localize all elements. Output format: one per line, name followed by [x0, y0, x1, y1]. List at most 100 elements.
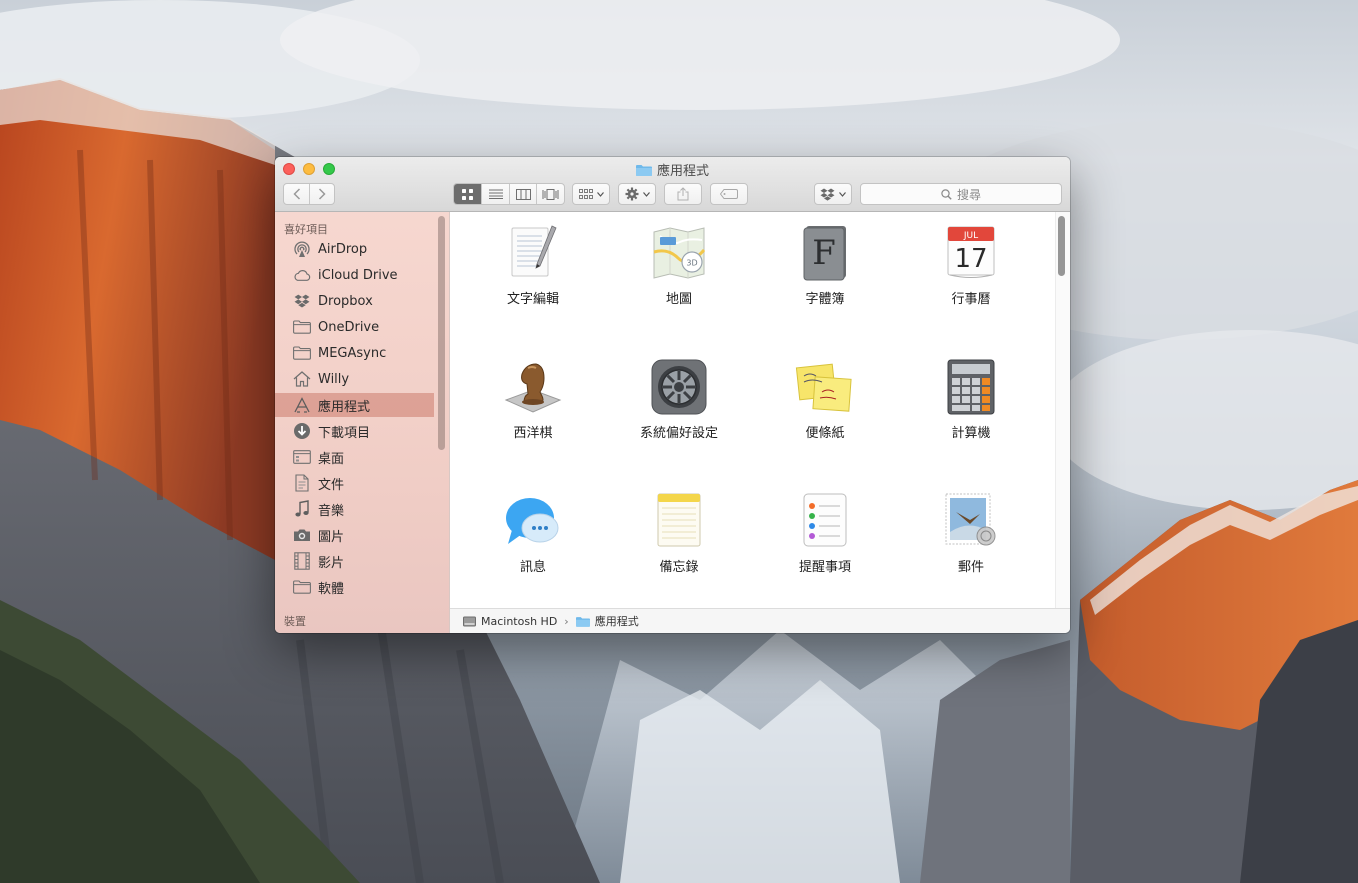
sidebar-scrollbar[interactable] — [438, 216, 445, 450]
grid-icon — [462, 188, 473, 200]
stickies-icon — [795, 363, 852, 412]
path-folder[interactable]: 應用程式 — [595, 613, 639, 629]
calculator-icon — [947, 359, 995, 415]
app-item-calendar[interactable]: JUL 17 行事曆 — [898, 222, 1044, 332]
search-field[interactable]: 搜尋 — [860, 183, 1062, 205]
list-view-button[interactable] — [482, 184, 510, 204]
sidebar-item-label: OneDrive — [318, 319, 380, 335]
column-view-button[interactable] — [510, 184, 537, 204]
app-label: 文字編輯 — [506, 292, 559, 307]
back-button[interactable] — [284, 184, 310, 204]
sidebar-item-movies[interactable]: 影片 — [275, 549, 434, 573]
app-item-stickies[interactable]: 便條紙 — [752, 356, 898, 466]
cloud-icon — [292, 266, 312, 284]
app-item-system-preferences[interactable]: 系統偏好設定 — [606, 356, 752, 466]
reminders-icon — [803, 493, 847, 547]
chess-icon — [504, 363, 562, 413]
sidebar-item-label: MEGAsync — [318, 345, 387, 361]
hard-drive-icon — [463, 616, 476, 626]
chevron-down-icon — [839, 191, 846, 197]
app-label: 便條紙 — [805, 426, 845, 441]
sidebar: 喜好項目 AirDrop iCloud Drive Dropbox OneDri… — [275, 212, 450, 633]
app-label: 地圖 — [665, 292, 692, 307]
file-icon-view: 文字編輯 3D 地圖 F 字體簿 JUL 17 行事曆 西洋棋 系統偏好設定 便… — [450, 212, 1070, 608]
sidebar-item-downloads[interactable]: 下載項目 — [275, 419, 434, 443]
share-icon — [677, 187, 689, 201]
app-label: 訊息 — [519, 560, 546, 575]
download-icon — [292, 422, 312, 440]
maps-icon: 3D — [653, 227, 706, 279]
app-item-textedit[interactable]: 文字編輯 — [460, 222, 606, 332]
app-label: 字體簿 — [805, 292, 845, 307]
chevron-right-icon: › — [564, 614, 569, 628]
navigation-buttons — [283, 183, 335, 205]
app-label: 備忘錄 — [659, 560, 699, 575]
app-item-notes[interactable]: 備忘錄 — [606, 490, 752, 600]
textedit-icon — [511, 225, 557, 277]
dropbox-toolbar-button[interactable] — [814, 183, 852, 205]
app-item-maps[interactable]: 3D 地圖 — [606, 222, 752, 332]
app-item-calculator[interactable]: 計算機 — [898, 356, 1044, 466]
sidebar-item-label: AirDrop — [318, 241, 368, 257]
chevron-down-icon — [642, 191, 650, 197]
fontbook-icon: F — [803, 226, 846, 281]
gear-icon — [625, 187, 638, 201]
content-scrollbar[interactable] — [1058, 216, 1065, 276]
app-label: 提醒事項 — [798, 560, 851, 575]
sidebar-item-label: 文件 — [318, 477, 345, 493]
chevron-down-icon — [596, 191, 604, 197]
folder-icon — [575, 616, 590, 627]
sidebar-item-onedrive[interactable]: OneDrive — [275, 315, 434, 339]
svg-text:JUL: JUL — [963, 231, 978, 241]
sidebar-item-airdrop[interactable]: AirDrop — [275, 237, 434, 261]
cover-flow-view-button[interactable] — [537, 184, 564, 204]
finder-window: 應用程式 搜尋 喜好項目 AirDrop iCloud Drive Dropbo… — [275, 157, 1070, 633]
cover-flow-icon — [542, 188, 559, 200]
app-item-mail[interactable]: 郵件 — [898, 490, 1044, 600]
svg-text:17: 17 — [954, 244, 987, 274]
arrange-grid-icon — [578, 188, 593, 199]
tag-icon — [720, 189, 738, 199]
sidebar-item-label: 軟體 — [318, 581, 345, 597]
path-disk[interactable]: Macintosh HD — [481, 615, 557, 628]
mail-icon — [945, 493, 996, 546]
app-item-chess[interactable]: 西洋棋 — [460, 356, 606, 466]
sidebar-item-desktop[interactable]: 桌面 — [275, 445, 434, 469]
sidebar-item-label: 桌面 — [318, 451, 345, 467]
chevron-right-icon — [318, 188, 326, 200]
arrange-button[interactable] — [572, 183, 610, 205]
action-button[interactable] — [618, 183, 656, 205]
sidebar-item-icloud-drive[interactable]: iCloud Drive — [275, 263, 434, 287]
sidebar-item-willy[interactable]: Willy — [275, 367, 434, 391]
sidebar-item-megasync[interactable]: MEGAsync — [275, 341, 434, 365]
sidebar-item-label: Dropbox — [318, 293, 373, 309]
app-item-reminders[interactable]: 提醒事項 — [752, 490, 898, 600]
app-label: 行事曆 — [951, 292, 991, 307]
edit-tags-button[interactable] — [710, 183, 748, 205]
icon-view-button[interactable] — [454, 184, 482, 204]
sidebar-item-label: 下載項目 — [318, 425, 371, 441]
sidebar-item-music[interactable]: 音樂 — [275, 497, 434, 521]
sidebar-item-dropbox[interactable]: Dropbox — [275, 289, 434, 313]
sidebar-item-applications[interactable]: 應用程式 — [275, 393, 434, 417]
app-label: 系統偏好設定 — [639, 426, 718, 441]
calendar-icon: JUL 17 — [947, 226, 995, 278]
sidebar-item-documents[interactable]: 文件 — [275, 471, 434, 495]
share-button[interactable] — [664, 183, 702, 205]
forward-button[interactable] — [310, 184, 334, 204]
app-item-messages[interactable]: 訊息 — [460, 490, 606, 600]
sidebar-item-label: 應用程式 — [318, 399, 371, 415]
applications-icon — [292, 396, 312, 414]
sidebar-item-label: 影片 — [318, 555, 345, 571]
sidebar-item-pictures[interactable]: 圖片 — [275, 523, 434, 547]
title-bar: 應用程式 搜尋 — [275, 157, 1070, 212]
sidebar-item-software[interactable]: 軟體 — [275, 575, 434, 599]
sidebar-item-label: 圖片 — [318, 529, 345, 545]
app-item-font-book[interactable]: F 字體簿 — [752, 222, 898, 332]
document-icon — [292, 474, 312, 492]
messages-icon — [506, 498, 559, 544]
view-mode-control — [453, 183, 565, 205]
dropbox-icon — [820, 188, 835, 201]
svg-text:3D: 3D — [686, 259, 697, 268]
folder-icon — [292, 578, 312, 596]
